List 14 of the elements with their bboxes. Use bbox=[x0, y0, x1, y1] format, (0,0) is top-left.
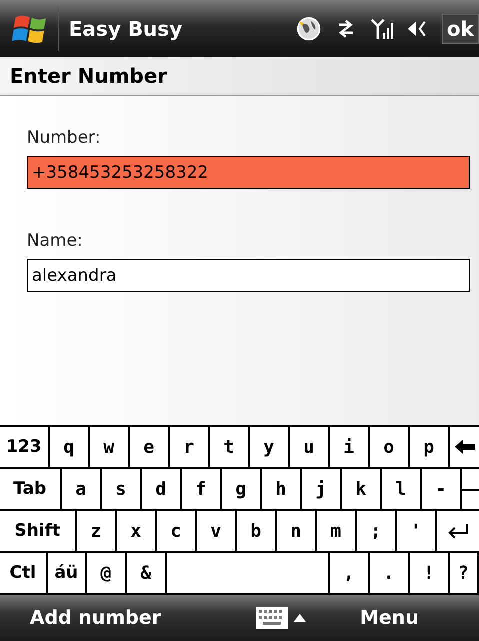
input-field[interactable]: alexandra bbox=[27, 259, 470, 292]
page-title: Enter Number bbox=[10, 64, 168, 88]
window-title: Easy Busy bbox=[69, 16, 182, 40]
menu-softkey[interactable]: Menu bbox=[360, 607, 419, 629]
caret-up-icon[interactable] bbox=[294, 614, 306, 622]
input-field[interactable]: +358453253258322 bbox=[27, 156, 470, 189]
ok-button[interactable]: ok bbox=[442, 14, 479, 44]
field-label: Number: bbox=[27, 128, 101, 148]
add-number-softkey[interactable]: Add number bbox=[30, 607, 162, 629]
backspace-arrow-icon bbox=[454, 439, 474, 455]
enter-arrow-icon bbox=[447, 523, 469, 539]
keyboard-icon[interactable] bbox=[256, 607, 288, 629]
field-label: Name: bbox=[27, 231, 83, 251]
globe-icon[interactable] bbox=[296, 16, 322, 42]
